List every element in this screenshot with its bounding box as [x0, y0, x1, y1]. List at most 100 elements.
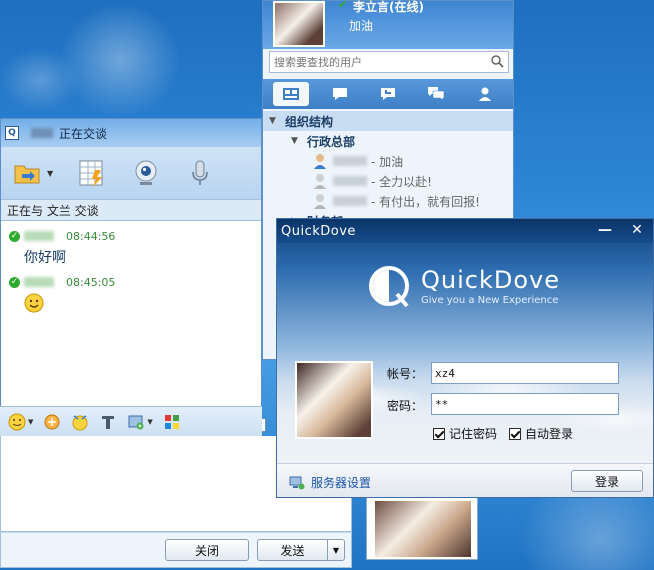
brand: QuickDove Give you a New Experience: [367, 263, 560, 311]
tab-groups[interactable]: [418, 82, 454, 106]
chat-subheader: 正在与 文兰 交谈: [1, 199, 261, 221]
password-label: 密码：: [387, 399, 424, 413]
login-avatar[interactable]: [295, 361, 373, 439]
contact-photo: [375, 501, 471, 557]
app-icon: Q: [5, 126, 19, 140]
tree-group[interactable]: ▼ 行政总部: [263, 131, 513, 151]
collapse-caret-icon[interactable]: ▼: [291, 136, 301, 146]
remember-password-label: 记住密码: [449, 427, 498, 441]
microphone-icon: [192, 160, 208, 185]
folder-send-icon: [14, 165, 40, 184]
member-avatar-icon: [314, 154, 326, 169]
chat-bubble-icon: [332, 88, 347, 100]
color-grid-icon[interactable]: [163, 413, 181, 431]
account-field[interactable]: [431, 362, 619, 384]
chevron-down-icon[interactable]: ▼: [147, 418, 152, 426]
video-call-button[interactable]: [131, 158, 161, 188]
close-chat-button[interactable]: 关闭: [165, 539, 249, 561]
screenshot-icon[interactable]: [127, 413, 145, 431]
message-header: ✓ 08:45:05: [9, 273, 253, 291]
chat-log[interactable]: ✓ 08:44:56 你好啊 ✓ 08:45:05: [1, 221, 261, 407]
search-box: [269, 51, 509, 73]
group-chat-icon: [428, 87, 445, 101]
account-label: 帐号：: [387, 367, 424, 381]
send-options-chevron-icon[interactable]: ▼: [327, 539, 345, 561]
member-name-blurred: [333, 156, 367, 166]
remember-password-checkbox[interactable]: 记住密码: [433, 425, 497, 442]
close-icon[interactable]: ✕: [623, 221, 651, 241]
member-offline-icon: [314, 174, 326, 189]
chat-title: 正在交谈: [59, 126, 108, 141]
tab-recent-chats[interactable]: [322, 82, 358, 106]
tree-member[interactable]: - 有付出，就有回报!: [263, 191, 513, 211]
online-status-icon[interactable]: ✔: [338, 0, 350, 11]
search-icon[interactable]: [490, 54, 504, 68]
message-text: 你好啊: [24, 250, 66, 266]
chat-action-bar: 关闭 发送 ▼: [0, 532, 352, 568]
login-titlebar[interactable]: QuickDove — ✕: [277, 219, 653, 243]
message-icon: [380, 88, 395, 100]
checkbox-checked-icon[interactable]: [433, 427, 445, 440]
tree-section[interactable]: ▼ 组织结构: [263, 111, 513, 131]
server-settings-icon: [289, 476, 305, 489]
message-time: 08:44:56: [66, 229, 116, 243]
brand-slogan: Give you a New Experience: [421, 295, 559, 306]
tree-member[interactable]: - 全力以赴!: [263, 171, 513, 191]
message-time: 08:45:05: [66, 275, 116, 289]
member-signature: - 加油: [371, 154, 404, 169]
tab-messages[interactable]: [370, 82, 406, 106]
tab-organization[interactable]: [273, 82, 310, 106]
spreadsheet-icon: [79, 160, 103, 187]
checkbox-checked-icon[interactable]: [509, 427, 521, 440]
whiteboard-button[interactable]: [77, 158, 107, 188]
member-name-blurred: [333, 196, 367, 206]
login-window: QuickDove — ✕ QuickDove Give you a New E…: [276, 218, 654, 498]
check-icon: ✓: [9, 230, 20, 242]
my-username[interactable]: 李立言(在线): [353, 0, 424, 15]
message-sender-blurred: [24, 277, 54, 287]
login-footer: 服务器设置 登录: [277, 463, 653, 497]
tree-group-label: 行政总部: [307, 134, 356, 149]
contact-header: ✔ 李立言(在线) 加油: [263, 0, 513, 49]
my-avatar[interactable]: [273, 1, 325, 47]
contact-profile-card: [366, 496, 478, 560]
member-signature: - 有付出，就有回报!: [371, 194, 480, 209]
auto-login-checkbox[interactable]: 自动登录: [509, 425, 573, 442]
search-input[interactable]: [270, 52, 480, 72]
login-button[interactable]: 登录: [571, 470, 643, 492]
chevron-down-icon[interactable]: ▼: [47, 169, 53, 178]
emoticon-icon[interactable]: [8, 413, 26, 431]
brand-text: QuickDove Give you a New Experience: [421, 266, 560, 308]
organization-tree: ▼ 组织结构 ▼ 行政总部 - 加油 - 全力以赴! - 有付出，就有回报! ▶…: [263, 111, 513, 231]
chat-window: Q 正在交谈 ▼ 正在与 文兰 交谈 ✓ 08:44:56 你好啊 ✓ 08:4…: [0, 118, 262, 438]
tab-profile[interactable]: [467, 82, 503, 106]
brand-name: QuickDove: [421, 266, 560, 294]
message-sender-blurred: [24, 231, 54, 241]
smiley-emoji-icon: [24, 293, 44, 313]
font-icon[interactable]: [99, 413, 117, 431]
contact-tabs: [263, 79, 513, 109]
send-file-button[interactable]: ▼: [13, 158, 53, 188]
tree-section-label: 组织结构: [285, 114, 334, 129]
server-settings-link[interactable]: 服务器设置: [289, 474, 371, 491]
chat-titlebar[interactable]: Q 正在交谈: [1, 119, 261, 147]
chevron-down-icon[interactable]: ▼: [28, 418, 33, 426]
nudge-icon[interactable]: [43, 413, 61, 431]
minimize-icon[interactable]: —: [591, 221, 619, 241]
my-signature[interactable]: 加油: [349, 17, 373, 34]
password-field[interactable]: [431, 393, 619, 415]
member-name-blurred: [333, 176, 367, 186]
member-offline-icon: [314, 194, 326, 209]
send-button[interactable]: 发送: [257, 539, 327, 561]
chat-contact-blurred: [31, 128, 53, 138]
auto-login-label: 自动登录: [525, 427, 574, 441]
magic-emoji-icon[interactable]: [71, 413, 89, 431]
quickdove-logo-icon: [369, 266, 409, 308]
chat-toolbar: ▼: [1, 147, 261, 199]
voice-call-button[interactable]: [185, 158, 215, 188]
collapse-caret-icon[interactable]: ▼: [269, 116, 279, 126]
server-settings-label: 服务器设置: [311, 476, 372, 490]
tree-member[interactable]: - 加油: [263, 151, 513, 171]
check-icon: ✓: [9, 276, 20, 288]
member-signature: - 全力以赴!: [371, 174, 432, 189]
